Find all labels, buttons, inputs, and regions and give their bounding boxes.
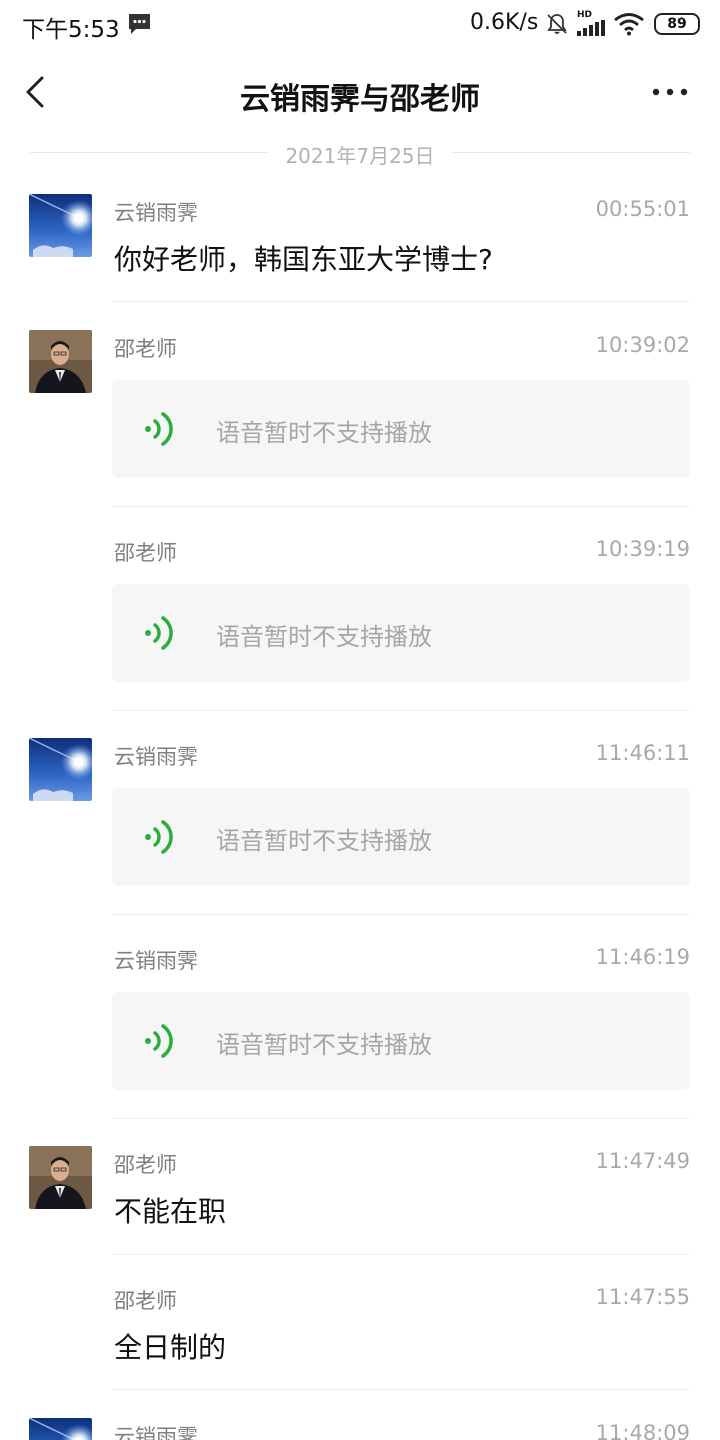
- message-item[interactable]: 邵老师 11:47:55 全日制的: [0, 1282, 720, 1394]
- message-item[interactable]: 邵老师 10:39:02 语音暂时不支持播放: [0, 330, 720, 510]
- message-time: 10:39:02: [595, 333, 690, 357]
- message-item[interactable]: 云销雨霁 11:46:11 语音暂时不支持播放: [0, 738, 720, 918]
- wifi-icon: [614, 13, 644, 36]
- message-item[interactable]: 云销雨霁 00:55:01 你好老师，韩国东亚大学博士?: [0, 194, 720, 304]
- man-in-suit-avatar[interactable]: [29, 1146, 92, 1209]
- message-separator: [112, 914, 690, 915]
- message-item[interactable]: 邵老师 11:47:49 不能在职: [0, 1146, 720, 1258]
- message-time: 11:47:49: [595, 1149, 690, 1173]
- date-divider: 2021年7月25日: [30, 138, 690, 168]
- date-label: 2021年7月25日: [285, 144, 435, 168]
- message-time: 00:55:01: [595, 197, 690, 221]
- message-time: 11:47:55: [595, 1285, 690, 1309]
- voice-message-bubble[interactable]: 语音暂时不支持播放: [112, 380, 690, 478]
- message-text: 你好老师，韩国东亚大学博士?: [114, 243, 493, 276]
- message-time: 10:39:19: [595, 537, 690, 561]
- message-time: 11:48:09: [595, 1421, 690, 1440]
- sender-name: 邵老师: [114, 1153, 177, 1177]
- voice-wave-icon: [142, 1023, 176, 1059]
- page-title: 云销雨霁与邵老师: [240, 82, 480, 117]
- sun-sky-avatar[interactable]: [29, 1418, 92, 1440]
- sender-name: 邵老师: [114, 1289, 177, 1313]
- message-item[interactable]: 云销雨霁 11:46:19 语音暂时不支持播放: [0, 942, 720, 1122]
- hd-label: HD: [577, 10, 593, 20]
- sender-name: 云销雨霁: [114, 949, 198, 973]
- sun-sky-avatar[interactable]: [29, 738, 92, 801]
- man-in-suit-avatar[interactable]: [29, 330, 92, 393]
- sender-name: 云销雨霁: [114, 745, 198, 769]
- voice-wave-icon: [142, 411, 176, 447]
- voice-message-bubble[interactable]: 语音暂时不支持播放: [112, 992, 690, 1090]
- bell-off-icon: [547, 14, 567, 34]
- divider-line: [452, 152, 690, 153]
- voice-unsupported-text: 语音暂时不支持播放: [216, 827, 432, 855]
- message-separator: [112, 1389, 690, 1390]
- message-text: 全日制的: [114, 1331, 227, 1364]
- sender-name: 邵老师: [114, 337, 177, 361]
- message-text: 不能在职: [114, 1195, 227, 1228]
- network-speed: 0.6K/s: [470, 10, 539, 35]
- message-separator: [112, 1118, 690, 1119]
- message-separator: [112, 710, 690, 711]
- message-separator: [112, 506, 690, 507]
- voice-unsupported-text: 语音暂时不支持播放: [216, 1031, 432, 1059]
- message-time: 11:46:19: [595, 945, 690, 969]
- voice-unsupported-text: 语音暂时不支持播放: [216, 623, 432, 651]
- divider-line: [30, 152, 268, 153]
- sender-name: 邵老师: [114, 541, 177, 565]
- message-item[interactable]: 云销雨霁 11:48:09: [0, 1418, 720, 1440]
- title-bar: 云销雨霁与邵老师: [0, 50, 720, 134]
- sender-name: 云销雨霁: [114, 201, 198, 225]
- status-time: 下午5:53: [22, 17, 120, 43]
- voice-message-bubble[interactable]: 语音暂时不支持播放: [112, 584, 690, 682]
- voice-message-bubble[interactable]: 语音暂时不支持播放: [112, 788, 690, 886]
- voice-wave-icon: [142, 819, 176, 855]
- chat-history-screen: 下午5:53 0.6K/s HD 89 云销雨霁与邵老师 2021年7月25日 …: [0, 0, 720, 1440]
- message-notification-icon: [129, 14, 150, 34]
- message-item[interactable]: 邵老师 10:39:19 语音暂时不支持播放: [0, 534, 720, 714]
- sender-name: 云销雨霁: [114, 1425, 198, 1440]
- message-separator: [112, 1254, 690, 1255]
- message-time: 11:46:11: [595, 741, 690, 765]
- battery-indicator: 89: [654, 13, 700, 35]
- voice-unsupported-text: 语音暂时不支持播放: [216, 419, 432, 447]
- status-bar: 下午5:53 0.6K/s HD 89: [0, 0, 720, 50]
- battery-level: 89: [667, 16, 687, 32]
- more-options-button[interactable]: [648, 80, 692, 104]
- voice-wave-icon: [142, 615, 176, 651]
- signal-strength-icon: [577, 20, 605, 36]
- message-separator: [112, 301, 690, 302]
- sun-sky-avatar[interactable]: [29, 194, 92, 257]
